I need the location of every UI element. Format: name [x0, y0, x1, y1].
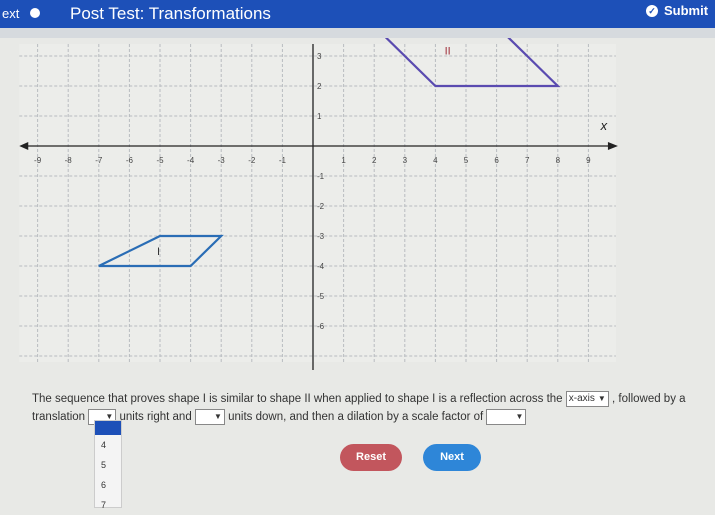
x-tick-label: -3 — [218, 156, 226, 165]
reset-button[interactable]: Reset — [340, 444, 402, 471]
x-tick-label: 5 — [464, 156, 469, 165]
shape-label: II — [445, 46, 451, 58]
chevron-down-icon: ▼ — [214, 411, 222, 421]
chevron-down-icon: ▼ — [597, 393, 606, 403]
scale-factor-select[interactable]: ▼ — [486, 408, 527, 425]
header-bar: ext Post Test: Transformations ✓ Submit — [0, 0, 715, 28]
y-tick-label: -1 — [317, 172, 325, 181]
question-text-2: , followed by a — [612, 393, 686, 405]
x-axis-label: x — [600, 118, 608, 133]
x-tick-label: -4 — [187, 156, 195, 165]
shape-label: I — [157, 246, 160, 258]
translation-dropdown-list[interactable]: 4 5 6 7 — [94, 420, 122, 510]
x-tick-label: -8 — [65, 156, 73, 165]
x-tick-label: 8 — [556, 156, 561, 165]
x-tick-label: -2 — [248, 156, 256, 165]
dropdown-option[interactable]: 5 — [95, 455, 121, 475]
x-tick-label: -6 — [126, 156, 134, 165]
y-tick-label: -6 — [317, 322, 325, 331]
y-tick-label: -2 — [317, 202, 325, 211]
chevron-down-icon: ▼ — [515, 411, 524, 421]
y-tick-label: -5 — [317, 292, 325, 301]
question-text-4: units right and — [119, 411, 192, 423]
x-tick-label: 7 — [525, 156, 530, 165]
question-text-3: translation — [32, 411, 86, 423]
x-tick-label: 2 — [372, 156, 377, 165]
x-tick-label: -7 — [95, 156, 103, 165]
x-tick-label: 1 — [341, 156, 346, 165]
coordinate-graph: x -9 -8 -7 -6 -5 -4 -3 -2 -1 1 2 3 4 5 6 7 8 9 3 2 1 -1 -2 -3 -4 -… — [19, 38, 618, 370]
y-tick-label: 2 — [317, 82, 322, 91]
select-value: x-axis — [568, 392, 595, 404]
dropdown-option[interactable]: 6 — [95, 475, 121, 495]
submit-label: Submit — [664, 3, 709, 18]
translation-down-select[interactable]: ▼ — [194, 408, 225, 425]
toolbar-strip — [0, 28, 715, 38]
next-button[interactable]: Next — [423, 444, 481, 471]
x-tick-label: -9 — [34, 156, 42, 165]
question-text-1: The sequence that proves shape I is simi… — [32, 393, 563, 405]
dropdown-highlighted-option[interactable] — [95, 421, 121, 435]
dropdown-option[interactable]: 4 — [95, 435, 121, 455]
question-text-5: units down, and then a dilation by a sca… — [228, 411, 484, 423]
question-line-1: The sequence that proves shape I is simi… — [32, 390, 712, 408]
reflection-axis-select[interactable]: x-axis ▼ — [565, 390, 609, 407]
x-tick-label: 3 — [403, 156, 408, 165]
y-tick-label: -4 — [317, 262, 325, 271]
dropdown-option[interactable]: 7 — [95, 495, 121, 515]
x-tick-label: 6 — [494, 156, 499, 165]
x-tick-label: -5 — [156, 156, 164, 165]
y-tick-label: 3 — [317, 52, 322, 61]
page-title: Post Test: Transformations — [70, 4, 271, 23]
submit-button[interactable]: ✓ Submit — [646, 3, 708, 18]
nav-dot-icon[interactable] — [30, 8, 40, 18]
y-tick-label: 1 — [317, 112, 322, 121]
x-tick-label: 4 — [433, 156, 438, 165]
x-tick-label: -1 — [279, 156, 287, 165]
y-tick-label: -3 — [317, 232, 325, 241]
previous-button[interactable]: ext — [2, 6, 19, 21]
check-icon: ✓ — [646, 4, 658, 17]
x-tick-label: 9 — [586, 156, 591, 165]
